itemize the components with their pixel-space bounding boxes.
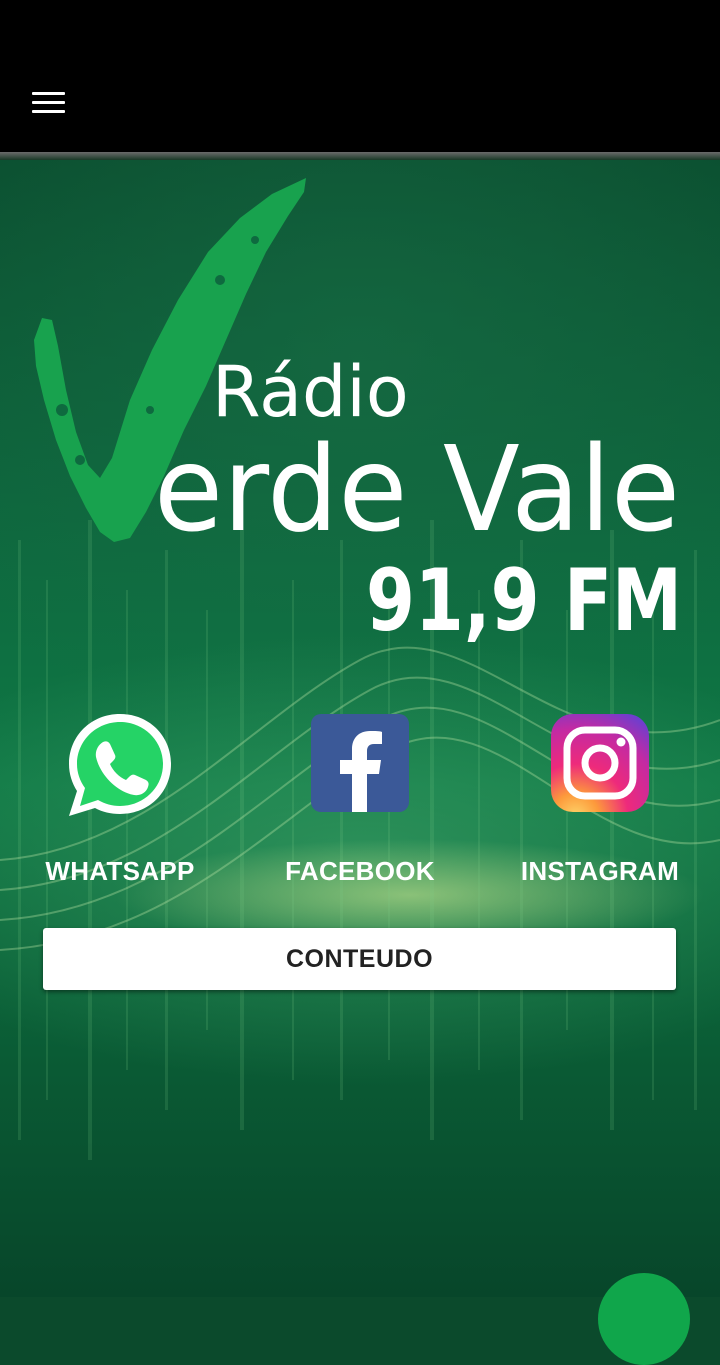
floating-action-button[interactable] [598, 1273, 690, 1365]
conteudo-button[interactable]: CONTEUDO [43, 928, 676, 990]
app-bar [0, 0, 720, 152]
radio-verde-vale-logo: Rádio erde Vale 91,9 FM [34, 178, 682, 651]
whatsapp-link[interactable]: WHATSAPP [0, 710, 240, 900]
instagram-icon [545, 710, 655, 820]
instagram-link[interactable]: INSTAGRAM [480, 710, 720, 900]
instagram-label: INSTAGRAM [520, 856, 680, 886]
facebook-link[interactable]: FACEBOOK [240, 710, 480, 900]
facebook-label: FACEBOOK [285, 856, 435, 886]
logo-verde-vale-text: erde Vale [154, 420, 680, 558]
hamburger-menu-icon[interactable] [32, 92, 65, 114]
app-bar-shadow [0, 152, 720, 160]
facebook-icon [305, 710, 415, 820]
main-background: Rádio erde Vale 91,9 FM WHATSAPP FACEBOO… [0, 160, 720, 1297]
whatsapp-label: WHATSAPP [45, 856, 195, 886]
whatsapp-icon [65, 710, 175, 820]
logo-frequency-text: 91,9 FM [366, 551, 682, 651]
